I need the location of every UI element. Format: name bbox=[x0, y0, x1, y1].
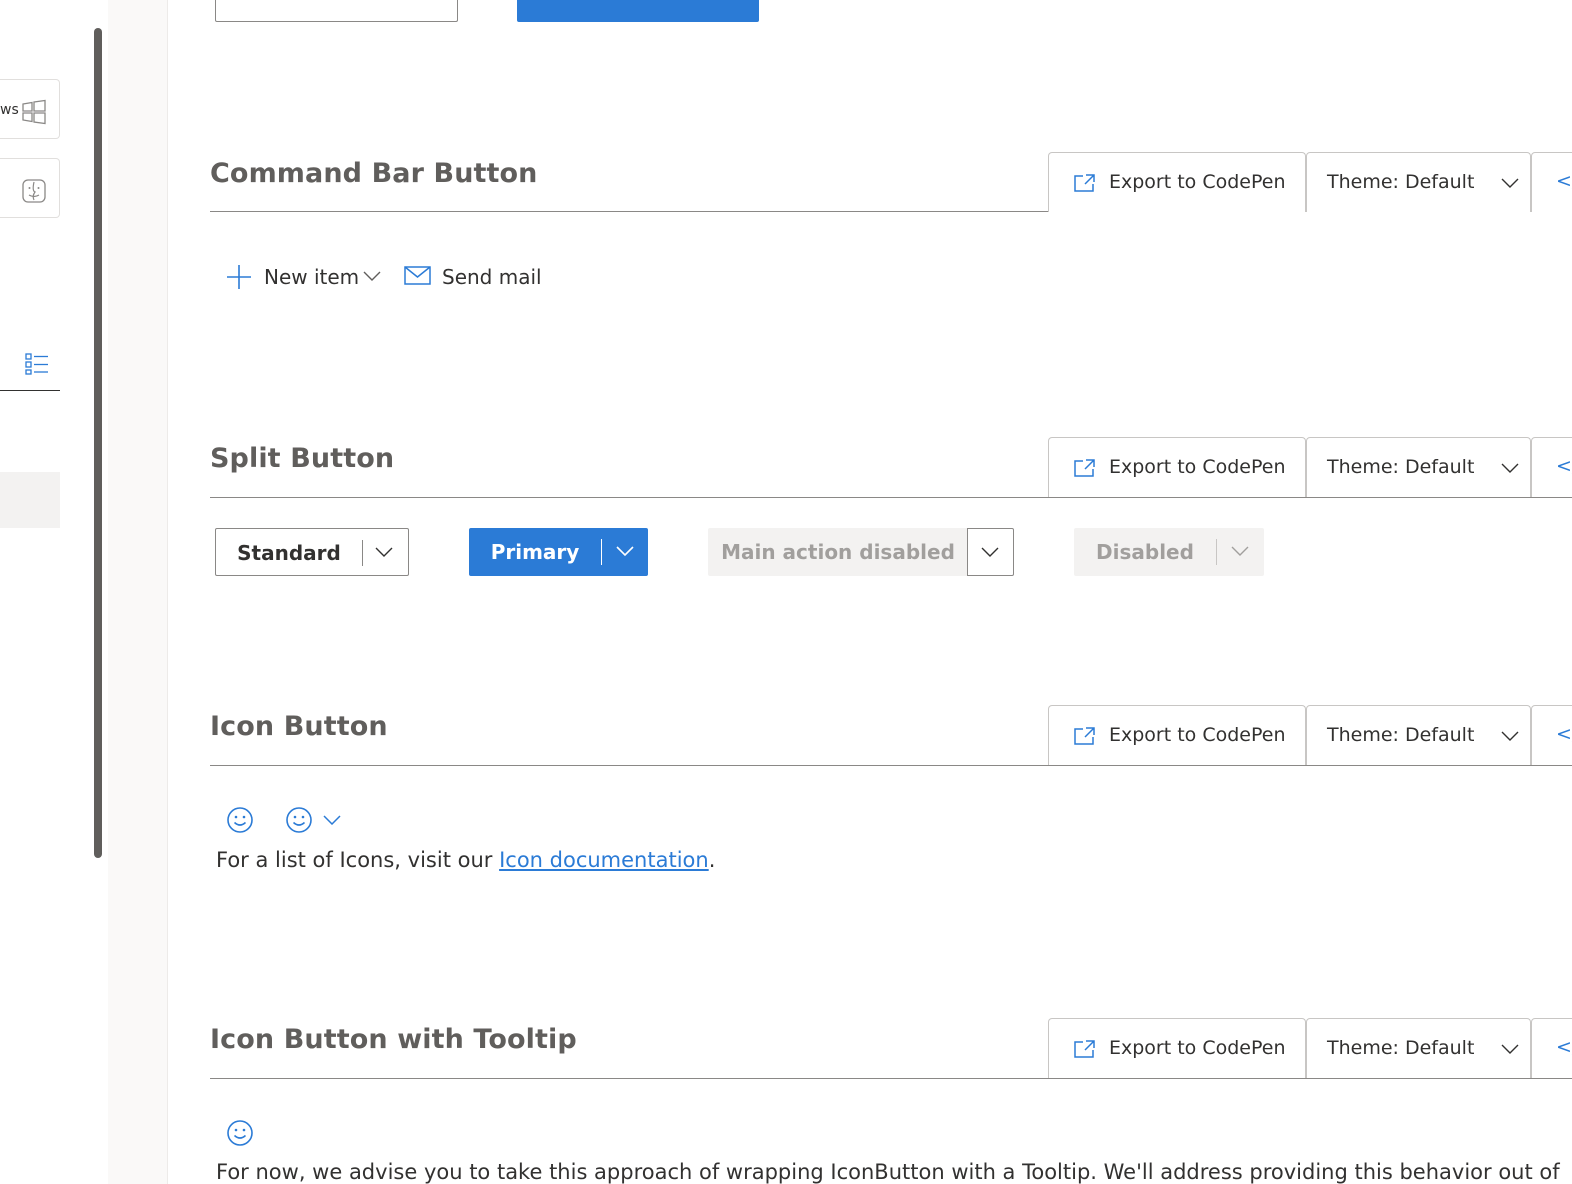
export-label: Export to CodePen bbox=[1109, 724, 1286, 746]
chevron-down-icon[interactable] bbox=[615, 545, 635, 557]
code-icon: </ bbox=[1556, 455, 1572, 477]
theme-label: Theme: Default bbox=[1327, 171, 1475, 193]
section-title-icon-button: Icon Button bbox=[210, 711, 388, 742]
split-button-standard[interactable]: Standard bbox=[215, 528, 409, 576]
export-to-codepen-button[interactable]: Export to CodePen bbox=[1048, 437, 1306, 497]
new-item-label: New item bbox=[264, 265, 360, 289]
add-icon bbox=[227, 265, 251, 289]
nav-selected-item[interactable] bbox=[0, 472, 60, 528]
split-standard-label[interactable]: Standard bbox=[216, 529, 362, 577]
split-button-primary[interactable]: Primary bbox=[469, 528, 648, 576]
open-in-new-window-icon bbox=[1074, 174, 1095, 192]
emoji-icon-button-with-tooltip[interactable] bbox=[226, 1119, 254, 1147]
theme-dropdown[interactable]: Theme: Default bbox=[1306, 437, 1531, 497]
split-disabled-label: Disabled bbox=[1096, 540, 1194, 564]
show-code-button[interactable]: </ bbox=[1531, 152, 1572, 212]
top-text-field[interactable] bbox=[215, 0, 458, 22]
split-divider bbox=[362, 540, 363, 566]
emoji-icon bbox=[286, 807, 312, 833]
show-code-button[interactable]: </ bbox=[1531, 705, 1572, 765]
show-code-button[interactable]: </ bbox=[1531, 437, 1572, 497]
theme-label: Theme: Default bbox=[1327, 456, 1475, 478]
theme-label: Theme: Default bbox=[1327, 724, 1475, 746]
export-to-codepen-button[interactable]: Export to CodePen bbox=[1048, 1018, 1306, 1078]
show-code-button[interactable]: </ bbox=[1531, 1018, 1572, 1078]
export-label: Export to CodePen bbox=[1109, 171, 1286, 193]
emoji-menu-icon-button[interactable] bbox=[285, 806, 345, 834]
export-label: Export to CodePen bbox=[1109, 1037, 1286, 1059]
split-primary-label[interactable]: Primary bbox=[469, 528, 601, 576]
new-item-command[interactable]: New item bbox=[226, 258, 386, 298]
section-title-split-button: Split Button bbox=[210, 443, 395, 474]
nav-scrollbar[interactable] bbox=[94, 28, 102, 858]
left-nav: ws bbox=[0, 0, 108, 1184]
open-in-new-window-icon bbox=[1074, 1040, 1095, 1058]
platform-windows-button[interactable]: ws bbox=[0, 79, 60, 139]
split-divider bbox=[1216, 539, 1217, 565]
section-title-command-bar: Command Bar Button bbox=[210, 158, 538, 189]
bulleted-list-icon[interactable] bbox=[24, 352, 50, 376]
mail-icon bbox=[404, 266, 431, 285]
export-label: Export to CodePen bbox=[1109, 456, 1286, 478]
send-mail-command[interactable]: Send mail bbox=[404, 258, 544, 298]
theme-dropdown[interactable]: Theme: Default bbox=[1306, 152, 1531, 212]
split-main-disabled-label: Main action disabled bbox=[708, 528, 968, 576]
chevron-down-icon[interactable] bbox=[374, 546, 394, 558]
section-divider bbox=[210, 765, 1572, 766]
chevron-down-icon bbox=[1501, 1044, 1519, 1054]
icon-docs-period: . bbox=[708, 848, 716, 872]
split-divider bbox=[601, 539, 602, 565]
theme-label: Theme: Default bbox=[1327, 1037, 1475, 1059]
chevron-down-icon bbox=[323, 815, 341, 825]
windows-icon bbox=[22, 99, 46, 125]
chevron-down-icon bbox=[1501, 178, 1519, 188]
split-button-disabled: Disabled bbox=[1074, 528, 1264, 576]
content-gutter bbox=[108, 0, 168, 1184]
icon-docs-text: For a list of Icons, visit our bbox=[216, 848, 500, 872]
tooltip-advice-paragraph: For now, we advise you to take this appr… bbox=[216, 1160, 1560, 1184]
chevron-down-icon bbox=[1501, 731, 1519, 741]
finder-icon bbox=[22, 179, 46, 203]
split-button-main-disabled[interactable]: Main action disabled bbox=[708, 528, 1014, 576]
emoji-icon-button[interactable] bbox=[226, 806, 254, 834]
platform-mac-button[interactable] bbox=[0, 158, 60, 218]
send-mail-label: Send mail bbox=[442, 265, 542, 289]
open-in-new-window-icon bbox=[1074, 459, 1095, 477]
chevron-down-icon[interactable] bbox=[980, 546, 1000, 558]
icon-docs-paragraph: For a list of Icons, visit our Icon docu… bbox=[216, 848, 715, 872]
theme-dropdown[interactable]: Theme: Default bbox=[1306, 705, 1531, 765]
code-icon: </ bbox=[1556, 723, 1572, 745]
code-icon: </ bbox=[1556, 1036, 1572, 1058]
export-to-codepen-button[interactable]: Export to CodePen bbox=[1048, 152, 1306, 212]
export-to-codepen-button[interactable]: Export to CodePen bbox=[1048, 705, 1306, 765]
icon-documentation-link[interactable]: Icon documentation bbox=[499, 848, 709, 872]
split-menu-enabled-part[interactable] bbox=[967, 528, 1014, 576]
chevron-down-icon bbox=[1231, 546, 1249, 556]
section-title-icon-button-tooltip: Icon Button with Tooltip bbox=[210, 1024, 577, 1055]
chevron-down-icon bbox=[1501, 463, 1519, 473]
code-icon: </ bbox=[1556, 170, 1572, 192]
theme-dropdown[interactable]: Theme: Default bbox=[1306, 1018, 1531, 1078]
top-primary-button[interactable] bbox=[517, 0, 759, 22]
platform-windows-label: ws bbox=[0, 102, 19, 118]
nav-tab-underline bbox=[0, 390, 60, 391]
section-divider bbox=[210, 1078, 1572, 1079]
section-divider bbox=[210, 497, 1572, 498]
open-in-new-window-icon bbox=[1074, 727, 1095, 745]
chevron-down-icon bbox=[363, 271, 381, 281]
